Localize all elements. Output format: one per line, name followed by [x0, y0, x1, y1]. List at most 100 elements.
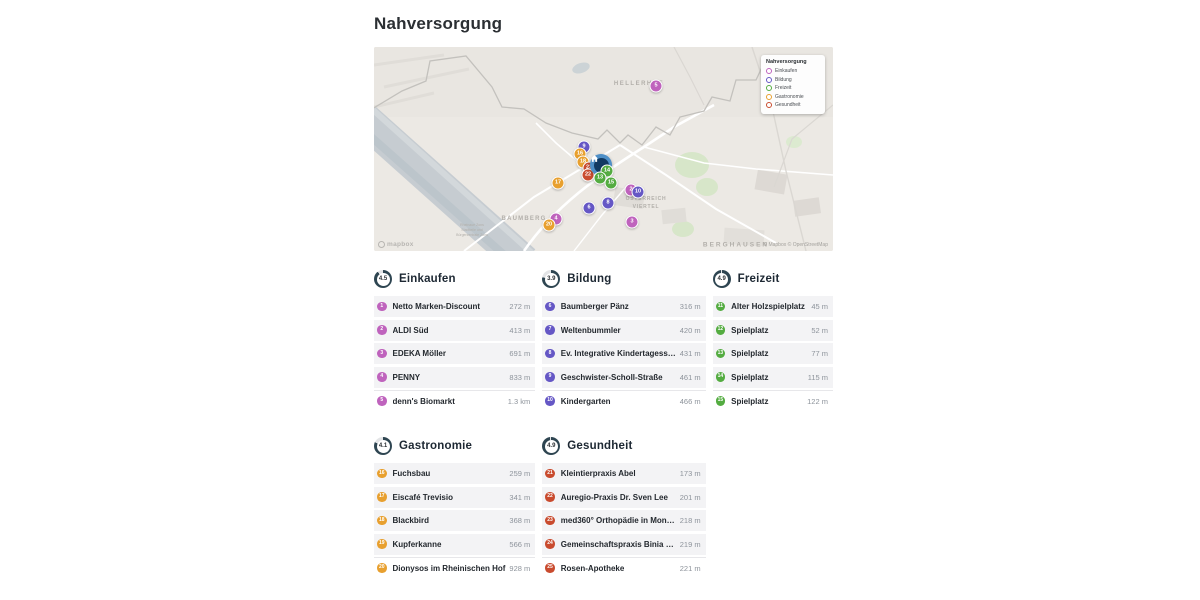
map-marker-bildung-6[interactable]: 6: [583, 202, 596, 215]
poi-distance: 218 m: [680, 516, 701, 525]
poi-row-2[interactable]: 2 ALDI Süd413 m: [374, 320, 535, 341]
legend-title: Nahversorgung: [766, 59, 820, 65]
legend-item-label: Gesundheit: [775, 102, 801, 108]
poi-row-20[interactable]: 20Dionysos im Rheinischen Hof928 m: [374, 557, 535, 578]
poi-row-14[interactable]: 14Spielplatz115 m: [713, 367, 833, 388]
poi-distance: 691 m: [509, 349, 530, 358]
poi-name: Kindergarten: [561, 397, 680, 406]
poi-distance: 122 m: [807, 397, 828, 406]
poi-number-badge: 19: [377, 539, 387, 549]
poi-row-7[interactable]: 7Weltenbummler420 m: [542, 320, 705, 341]
poi-distance: 259 m: [509, 469, 530, 478]
score-badge-einkaufen: 4.5: [374, 270, 392, 288]
section-title-einkaufen: Einkaufen: [399, 273, 456, 285]
poi-distance: 833 m: [509, 373, 530, 382]
poi-number-badge: 11: [716, 302, 726, 312]
map-attribution[interactable]: © Mapbox © OpenStreetMap: [763, 242, 828, 248]
map-marker-bildung-10[interactable]: 10: [632, 186, 645, 199]
map-marker-freizeit-15[interactable]: 15: [605, 177, 618, 190]
freizeit-legend-dot-icon: [766, 85, 772, 91]
poi-distance: 52 m: [811, 326, 828, 335]
poi-row-18[interactable]: 18Blackbird368 m: [374, 510, 535, 531]
poi-number-badge: 12: [716, 325, 726, 335]
poi-name: Baumberger Pänz: [561, 302, 680, 311]
poi-distance: 219 m: [680, 540, 701, 549]
poi-name: Kleintierpraxis Abel: [561, 469, 680, 478]
section-title-gastronomie: Gastronomie: [399, 440, 472, 452]
poi-list-bildung: 6Baumberger Pänz316 m 7Weltenbummler420 m…: [542, 296, 705, 411]
poi-number-badge: 1: [377, 302, 387, 312]
poi-row-22[interactable]: 22Auregio-Praxis Dr. Sven Lee201 m: [542, 487, 705, 508]
poi-distance: 115 m: [808, 373, 828, 382]
poi-row-4[interactable]: 4PENNY833 m: [374, 367, 535, 388]
score-value: 4.9: [715, 273, 728, 286]
gastronomie-legend-dot-icon: [766, 94, 772, 100]
map-tiny-label: Bürgerzentrale Zons: [456, 233, 488, 237]
poi-row-1[interactable]: 1Netto Marken-Discount272 m: [374, 296, 535, 317]
poi-row-24[interactable]: 24 Gemeinschaftspraxis Binia …219 m: [542, 534, 705, 555]
poi-row-23[interactable]: 23med360° Orthopädie in Mon…218 m: [542, 510, 705, 531]
poi-distance: 221 m: [680, 564, 701, 573]
poi-row-5[interactable]: 5denn's Biomarkt1.3 km: [374, 390, 535, 411]
map-place-label: ÖSTERREICH: [626, 196, 667, 202]
page-title: Nahversorgung: [374, 14, 833, 34]
poi-row-25[interactable]: 25Rosen-Apotheke221 m: [542, 557, 705, 578]
map-tiny-label: Stadtteile und: [461, 228, 482, 232]
poi-row-6[interactable]: 6Baumberger Pänz316 m: [542, 296, 705, 317]
poi-name: ALDI Süd: [393, 326, 510, 335]
poi-row-21[interactable]: 21Kleintierpraxis Abel173 m: [542, 463, 705, 484]
map-marker-einkaufen-3[interactable]: 3: [626, 216, 639, 229]
map-marker-gastronomie-20[interactable]: 20: [543, 219, 556, 232]
poi-distance: 341 m: [509, 493, 530, 502]
poi-row-10[interactable]: 10Kindergarten466 m: [542, 390, 705, 411]
poi-row-16[interactable]: 16 Fuchsbau259 m: [374, 463, 535, 484]
poi-name: denn's Biomarkt: [393, 397, 508, 406]
poi-distance: 413 m: [509, 326, 530, 335]
legend-item-bildung: Bildung: [766, 77, 820, 83]
poi-row-17[interactable]: 17Eiscafé Trevisio341 m: [374, 487, 535, 508]
map-tiny-label: Rheinaue Zons: [460, 223, 484, 227]
poi-name: Rosen-Apotheke: [561, 564, 680, 573]
gesundheit-legend-dot-icon: [766, 102, 772, 108]
map-marker-bildung-8[interactable]: 8: [602, 197, 615, 210]
map-place-label: BERGHAUSEN: [703, 242, 769, 249]
map-marker-einkaufen-5[interactable]: 5: [650, 80, 663, 93]
poi-number-badge: 24: [545, 539, 555, 549]
poi-row-3[interactable]: 3EDEKA Möller691 m: [374, 343, 535, 364]
poi-number-badge: 2: [377, 325, 387, 335]
poi-name: Gemeinschaftspraxis Binia …: [561, 540, 680, 549]
poi-row-9[interactable]: 9Geschwister-Scholl-Straße461 m: [542, 367, 705, 388]
poi-row-12[interactable]: 12 Spielplatz52 m: [713, 320, 833, 341]
poi-name: Blackbird: [393, 516, 510, 525]
poi-row-13[interactable]: 13Spielplatz77 m: [713, 343, 833, 364]
category-section-freizeit: 4.9Freizeit11Alter Holzspielplatz45 m12S…: [713, 270, 833, 411]
section-title-bildung: Bildung: [567, 273, 611, 285]
mapbox-logo[interactable]: mapbox: [378, 241, 414, 248]
poi-number-badge: 17: [377, 492, 387, 502]
poi-name: Fuchsbau: [393, 469, 510, 478]
poi-row-8[interactable]: 8Ev. Integrative Kindertagess…431 m: [542, 343, 705, 364]
poi-name: PENNY: [393, 373, 510, 382]
category-section-bildung: 3.9Bildung6Baumberger Pänz316 m7Weltenbu…: [542, 270, 705, 411]
poi-name: Netto Marken-Discount: [393, 302, 510, 311]
legend-item-freizeit: Freizeit: [766, 85, 820, 91]
poi-distance: 201 m: [680, 493, 701, 502]
poi-row-19[interactable]: 19Kupferkanne566 m: [374, 534, 535, 555]
poi-name: Spielplatz: [731, 349, 811, 358]
poi-number-badge: 14: [716, 372, 726, 382]
poi-distance: 928 m: [509, 564, 530, 573]
map-marker-gastronomie-17[interactable]: 17: [552, 177, 565, 190]
poi-row-15[interactable]: 15Spielplatz122 m: [713, 390, 833, 411]
poi-number-badge: 15: [716, 396, 726, 406]
amenities-map[interactable]: HELLERHOFÖSTERREICHVIERTELBAUMBERGBERGHA…: [374, 47, 833, 251]
score-value: 4.1: [377, 440, 390, 453]
poi-number-badge: 16: [377, 469, 387, 479]
poi-distance: 566 m: [509, 540, 530, 549]
poi-name: EDEKA Möller: [393, 349, 510, 358]
score-badge-gesundheit: 4.9: [542, 437, 560, 455]
nahversorgung-widget: Nahversorgung: [374, 14, 833, 578]
poi-distance: 173 m: [680, 469, 701, 478]
poi-list-gesundheit: 21Kleintierpraxis Abel173 m 22Auregio-Pra…: [542, 463, 705, 578]
poi-name: Spielplatz: [731, 326, 811, 335]
poi-row-11[interactable]: 11Alter Holzspielplatz45 m: [713, 296, 833, 317]
